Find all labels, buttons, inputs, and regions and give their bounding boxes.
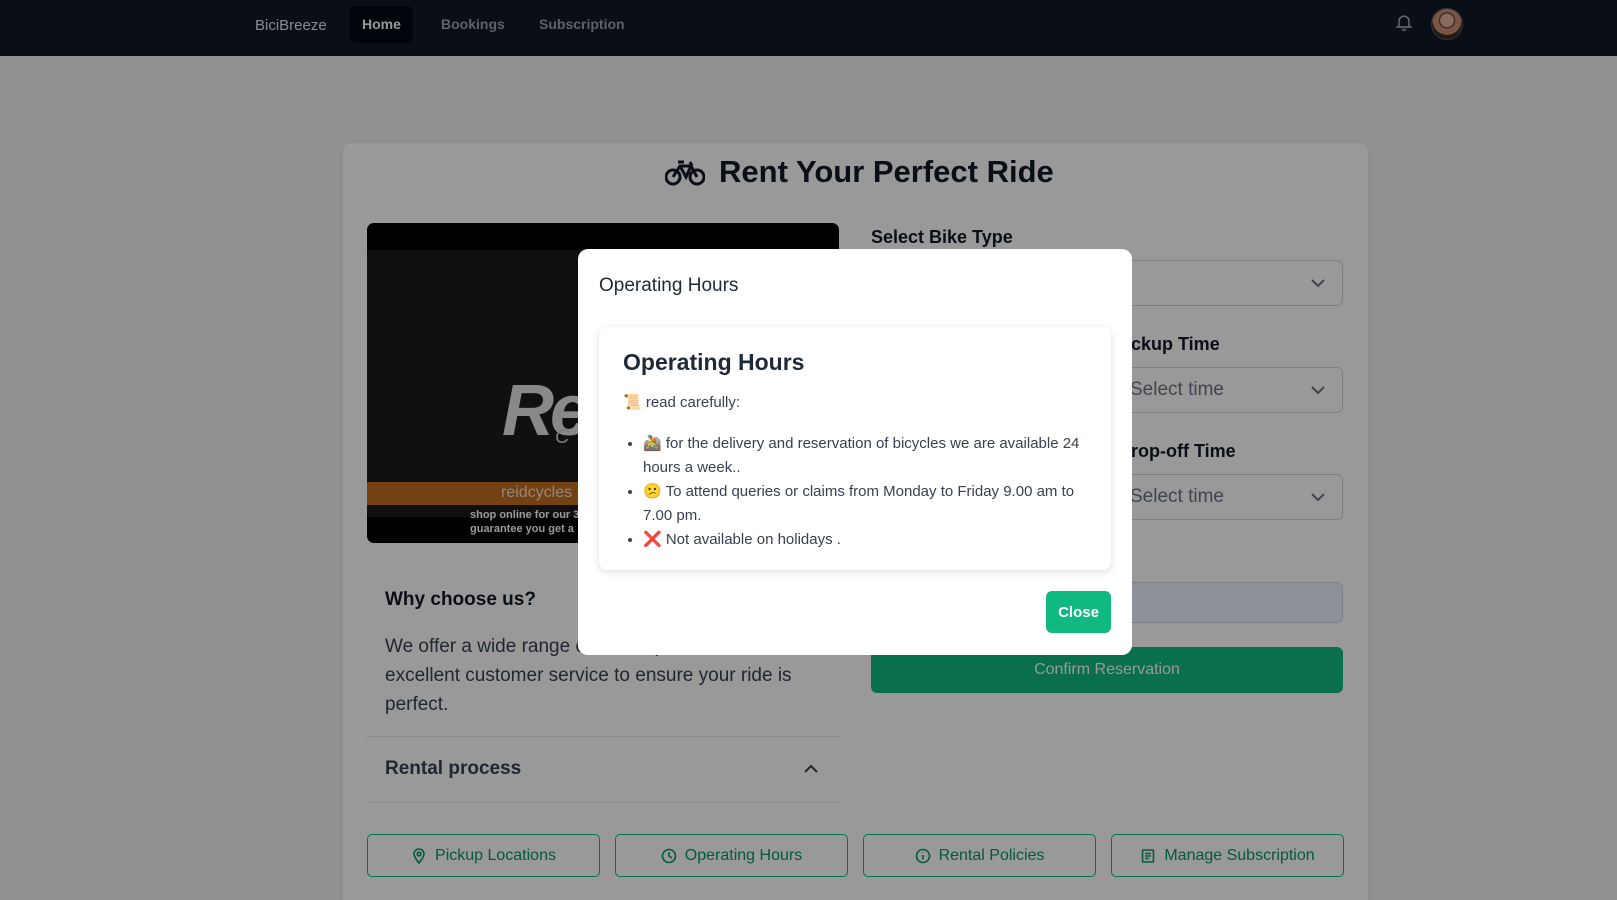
list-item: 😕 To attend queries or claims from Monda…	[643, 480, 1091, 528]
close-button[interactable]: Close	[1046, 591, 1111, 633]
operating-hours-modal: Operating Hours Operating Hours 📜 read c…	[578, 249, 1132, 655]
modal-title: Operating Hours	[599, 275, 739, 296]
modal-card-title: Operating Hours	[623, 349, 805, 375]
modal-content-card: Operating Hours 📜 read carefully: 🚵 for …	[599, 327, 1111, 570]
modal-note: 📜 read carefully:	[623, 394, 741, 411]
list-item: 🚵 for the delivery and reservation of bi…	[643, 432, 1091, 480]
list-item: ❌ Not available on holidays .	[643, 528, 1091, 552]
hours-list: 🚵 for the delivery and reservation of bi…	[643, 432, 1091, 552]
